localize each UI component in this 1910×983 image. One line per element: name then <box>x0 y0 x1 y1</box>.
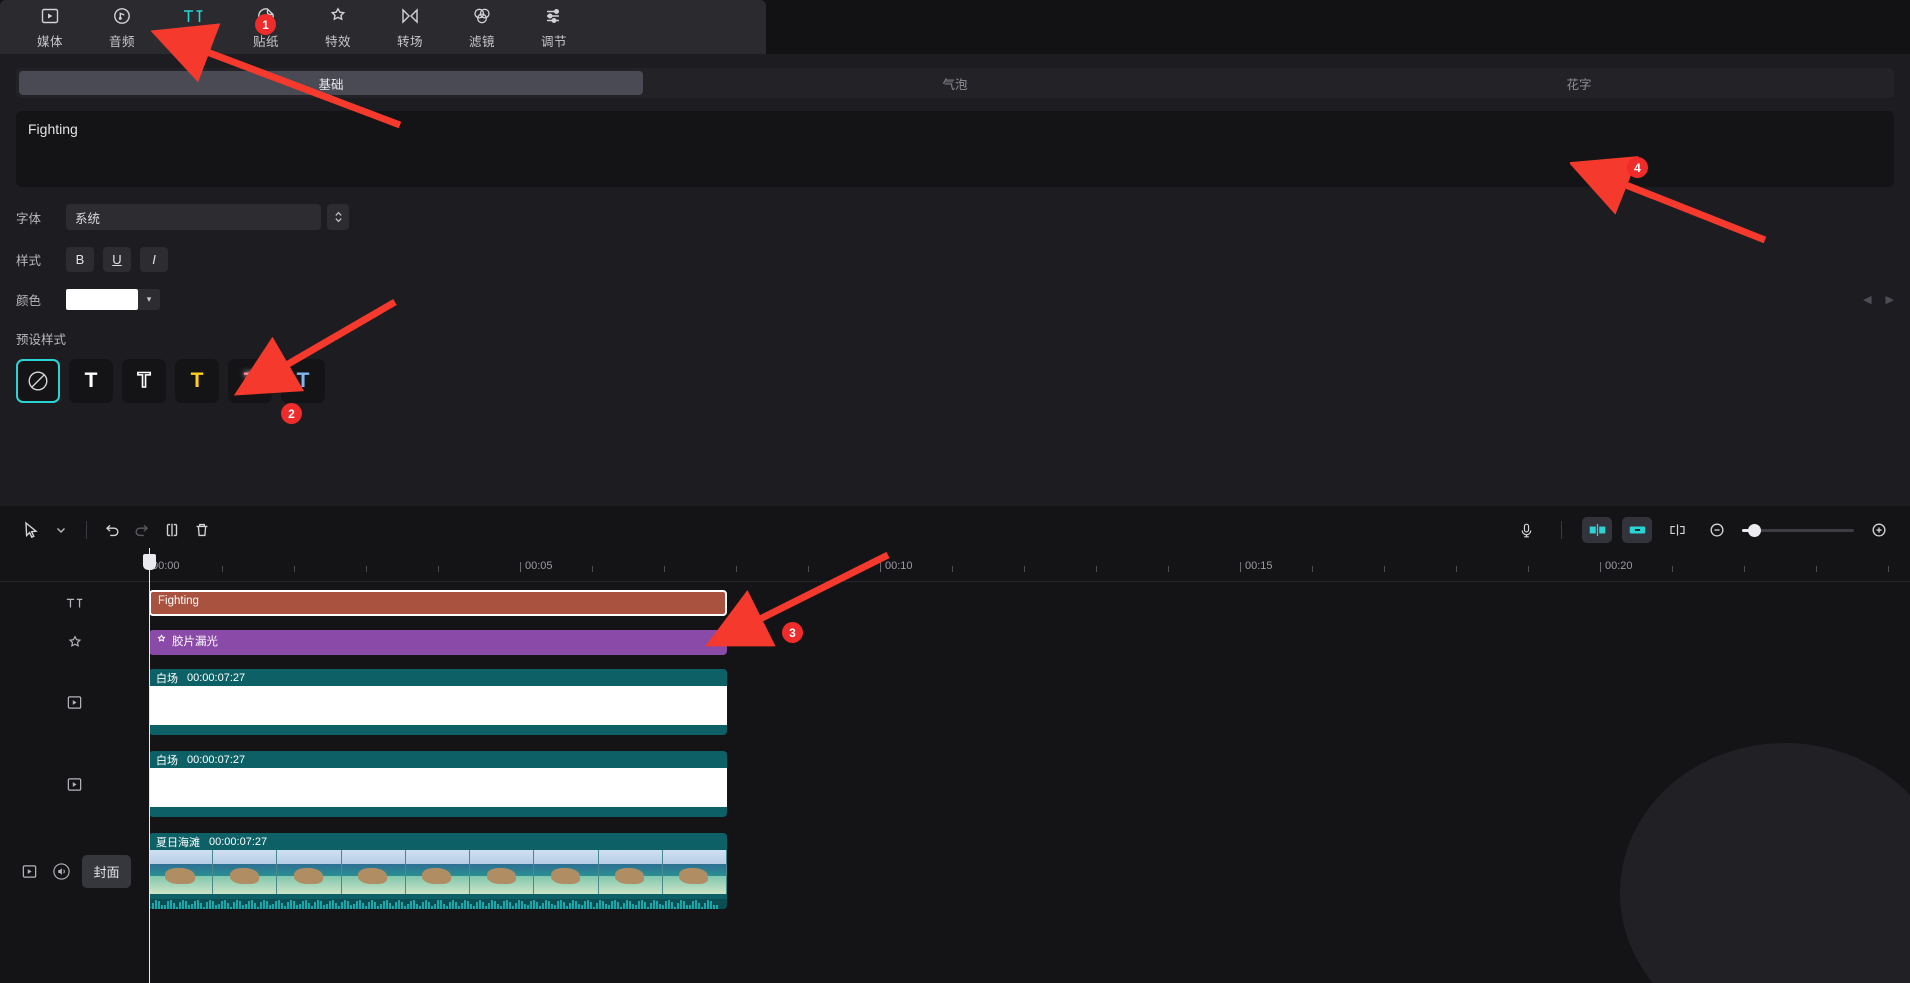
adjust-icon <box>544 5 564 27</box>
filmstrip-frame <box>342 850 406 894</box>
effect-clip-name: 胶片漏光 <box>172 633 218 649</box>
toolbar-label: 转场 <box>397 31 423 50</box>
status-badge: 4 <box>1627 157 1648 178</box>
audio-icon <box>112 5 132 27</box>
ruler-label: 00:05 <box>525 560 553 572</box>
video-track-icon <box>64 691 86 713</box>
undo-icon[interactable] <box>97 516 127 544</box>
track-header-video-3: 封面 <box>0 833 149 909</box>
ruler-label: 00:20 <box>1605 560 1633 572</box>
video-clip-body <box>149 686 727 725</box>
track-headers: 封面 <box>0 582 149 983</box>
toolbar-divider-2 <box>1561 521 1562 539</box>
split-icon[interactable] <box>157 516 187 544</box>
track-header-video-2 <box>0 751 149 817</box>
toolbar-item-filter[interactable]: 滤镜 <box>446 5 518 50</box>
track-header-effect <box>0 630 149 655</box>
audio-waveform <box>149 899 727 909</box>
media-icon <box>40 5 60 27</box>
snap-icon[interactable] <box>1622 517 1652 543</box>
filmstrip <box>149 850 727 894</box>
video-clip-1[interactable]: 白场 00:00:07:27 <box>149 669 727 735</box>
video-clip-label: 白场 00:00:07:27 <box>149 669 727 686</box>
timeline-tracks: Fighting 胶片漏光 白场 00:00:07:27 <box>149 582 1910 983</box>
filmstrip-frame <box>149 850 213 894</box>
timeline-toolbar-right <box>1511 516 1894 544</box>
toolbar-label: 媒体 <box>37 31 63 50</box>
cover-button[interactable]: 封面 <box>82 855 130 888</box>
filmstrip-frame <box>470 850 534 894</box>
microphone-icon[interactable] <box>1511 516 1541 544</box>
tool-dropdown-icon[interactable] <box>46 516 76 544</box>
toolbar-label: 调节 <box>541 31 567 50</box>
toolbar-item-transition[interactable]: 转场 <box>374 5 446 50</box>
zoom-out-icon[interactable] <box>1702 516 1732 544</box>
zoom-slider[interactable] <box>1742 529 1854 532</box>
filter-icon <box>472 5 492 27</box>
filmstrip-frame <box>534 850 598 894</box>
effect-clip-label: 胶片漏光 <box>149 630 727 652</box>
zoom-slider-knob[interactable] <box>1748 524 1761 537</box>
status-badge: 3 <box>782 622 803 643</box>
toolbar-label: 滤镜 <box>469 31 495 50</box>
video-clip-label: 白场 00:00:07:27 <box>149 751 727 768</box>
effects-icon <box>328 5 348 27</box>
track-header-text <box>0 590 149 616</box>
toolbar-label: 特效 <box>325 31 351 50</box>
toolbar-item-media[interactable]: 媒体 <box>14 5 86 50</box>
playhead-knob[interactable] <box>143 554 156 570</box>
status-badge: 2 <box>281 403 302 424</box>
video-track-icon <box>18 860 40 882</box>
link-icon[interactable] <box>1662 516 1692 544</box>
text-track-icon <box>64 592 86 614</box>
filmstrip-frame <box>599 850 663 894</box>
video-clip-name: 白场 <box>156 752 178 768</box>
filmstrip-frame <box>277 850 341 894</box>
toolbar-item-text[interactable]: 文本 <box>158 5 230 50</box>
timeline-toolbar <box>0 506 1910 554</box>
toolbar-divider <box>86 521 87 539</box>
toolbar-label: 音频 <box>109 31 135 50</box>
redo-icon[interactable] <box>127 516 157 544</box>
toolbar-item-adjust[interactable]: 调节 <box>518 5 590 50</box>
effect-track-icon <box>64 632 86 654</box>
video-track-icon <box>64 773 86 795</box>
video-clip-duration: 00:00:07:27 <box>187 754 245 766</box>
video-clip-name: 白场 <box>156 670 178 686</box>
mirror-icon[interactable] <box>1582 517 1612 543</box>
text-clip-label: Fighting <box>151 592 725 610</box>
playhead[interactable] <box>149 548 150 983</box>
filmstrip-frame <box>663 850 727 894</box>
video-clip-2[interactable]: 白场 00:00:07:27 <box>149 751 727 817</box>
timeline-panel: 00:00 00:05 00:10 00:15 00:20 <box>0 506 1910 983</box>
video-clip-body <box>149 768 727 807</box>
toolbar-label: 文本 <box>181 31 207 50</box>
video-clip-label: 夏日海滩 00:00:07:27 <box>149 833 727 850</box>
sparkle-icon <box>156 634 167 648</box>
video-clip-duration: 00:00:07:27 <box>187 672 245 684</box>
select-tool-icon[interactable] <box>16 516 46 544</box>
track-header-video-1 <box>0 669 149 735</box>
volume-icon[interactable] <box>50 860 72 882</box>
ruler-label: 00:15 <box>1245 560 1273 572</box>
filmstrip-frame <box>406 850 470 894</box>
video-clip-name: 夏日海滩 <box>156 834 200 850</box>
delete-icon[interactable] <box>187 516 217 544</box>
status-badge: 1 <box>255 14 276 35</box>
ruler-label: 00:10 <box>885 560 913 572</box>
video-clip-3[interactable]: 夏日海滩 00:00:07:27 <box>149 833 727 909</box>
video-clip-duration: 00:00:07:27 <box>209 836 267 848</box>
toolbar-item-effects[interactable]: 特效 <box>302 5 374 50</box>
text-icon <box>182 5 206 27</box>
timeline-ruler[interactable]: 00:00 00:05 00:10 00:15 00:20 <box>0 554 1910 582</box>
toolbar-item-audio[interactable]: 音频 <box>86 5 158 50</box>
effect-clip[interactable]: 胶片漏光 <box>149 630 727 655</box>
zoom-in-icon[interactable] <box>1864 516 1894 544</box>
left-toolbar: 媒体 音频 文本 贴纸 <box>0 0 766 54</box>
filmstrip-frame <box>213 850 277 894</box>
table-row[interactable]: Fighting <box>149 590 727 616</box>
ruler-label: 00:00 <box>152 560 180 572</box>
transition-icon <box>400 5 420 27</box>
video-editor-window: 媒体 音频 文本 贴纸 <box>0 0 1910 983</box>
